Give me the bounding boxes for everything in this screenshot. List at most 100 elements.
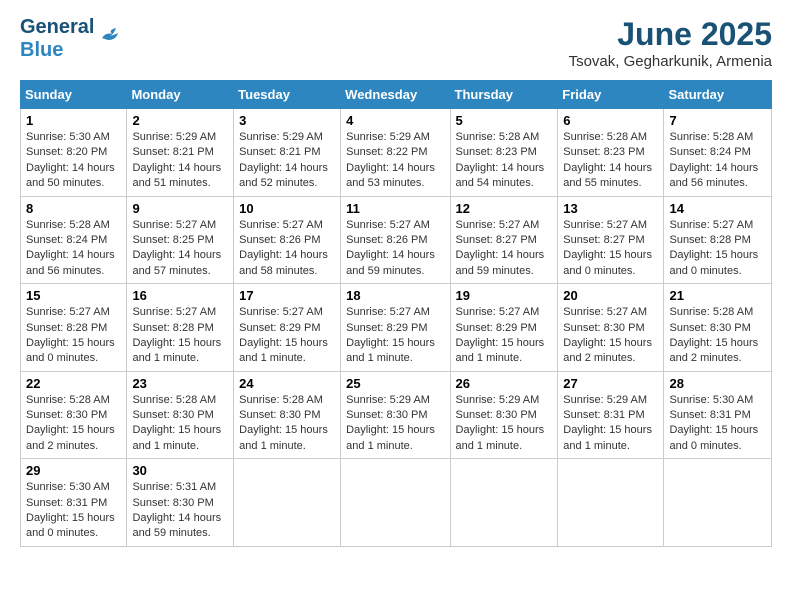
col-header-friday: Friday <box>558 81 664 109</box>
week-row-5: 29Sunrise: 5:30 AM Sunset: 8:31 PM Dayli… <box>21 459 772 547</box>
day-info: Sunrise: 5:29 AM Sunset: 8:21 PM Dayligh… <box>132 130 228 192</box>
day-number: 10 <box>239 201 335 216</box>
day-number: 8 <box>26 201 121 216</box>
day-number: 6 <box>563 113 658 128</box>
day-info: Sunrise: 5:30 AM Sunset: 8:31 PM Dayligh… <box>669 393 766 455</box>
logo-line2: Blue <box>20 39 94 62</box>
calendar-cell: 27 Sunrise: 5:29 AM Sunset: 8:31 PM Dayli… <box>558 371 664 459</box>
calendar-cell: 19 Sunrise: 5:27 AM Sunset: 8:29 PM Dayli… <box>450 284 558 372</box>
col-header-monday: Monday <box>127 81 234 109</box>
calendar-cell: 15Sunrise: 5:27 AM Sunset: 8:28 PM Dayli… <box>21 284 127 372</box>
day-info: Sunrise: 5:29 AM Sunset: 8:21 PM Dayligh… <box>239 130 335 192</box>
calendar-cell: 12 Sunrise: 5:27 AM Sunset: 8:27 PM Dayli… <box>450 196 558 284</box>
calendar-cell: 5 Sunrise: 5:28 AM Sunset: 8:23 PM Daylig… <box>450 109 558 197</box>
calendar-cell: 21 Sunrise: 5:28 AM Sunset: 8:30 PM Dayli… <box>664 284 772 372</box>
day-number: 14 <box>669 201 766 216</box>
calendar-cell: 14 Sunrise: 5:27 AM Sunset: 8:28 PM Dayli… <box>664 196 772 284</box>
day-number: 24 <box>239 376 335 391</box>
col-header-tuesday: Tuesday <box>234 81 341 109</box>
week-row-3: 15 Sunrise: 5:27 AM Sunset: 8:28 PM Dayli… <box>21 284 772 372</box>
day-number: 26 <box>456 376 553 391</box>
calendar-cell <box>558 459 664 547</box>
month-title: June 2025 <box>569 16 772 53</box>
col-header-thursday: Thursday <box>450 81 558 109</box>
day-number: 7 <box>669 113 766 128</box>
calendar-cell: 17 Sunrise: 5:27 AM Sunset: 8:29 PM Dayli… <box>234 284 341 372</box>
location-subtitle: Tsovak, Gegharkunik, Armenia <box>569 53 772 70</box>
logo-bird-icon <box>98 24 122 46</box>
day-number: 21 <box>669 288 766 303</box>
day-number: 1 <box>26 113 121 128</box>
day-number: 29 <box>26 463 121 478</box>
day-number: 19 <box>456 288 553 303</box>
calendar-cell <box>664 459 772 547</box>
week-row-4: 22Sunrise: 5:28 AM Sunset: 8:30 PM Dayli… <box>21 371 772 459</box>
day-info: Sunrise: 5:27 AM Sunset: 8:29 PM Dayligh… <box>456 305 553 367</box>
day-number: 25 <box>346 376 444 391</box>
day-number: 5 <box>456 113 553 128</box>
calendar-cell: 25 Sunrise: 5:29 AM Sunset: 8:30 PM Dayli… <box>341 371 450 459</box>
day-info: Sunrise: 5:30 AM Sunset: 8:20 PM Dayligh… <box>26 130 121 192</box>
day-info: Sunrise: 5:27 AM Sunset: 8:30 PM Dayligh… <box>563 305 658 367</box>
day-info: Sunrise: 5:28 AM Sunset: 8:30 PM Dayligh… <box>239 393 335 455</box>
day-number: 23 <box>132 376 228 391</box>
day-number: 20 <box>563 288 658 303</box>
day-number: 3 <box>239 113 335 128</box>
day-info: Sunrise: 5:28 AM Sunset: 8:24 PM Dayligh… <box>669 130 766 192</box>
calendar-cell: 2 Sunrise: 5:29 AM Sunset: 8:21 PM Daylig… <box>127 109 234 197</box>
calendar-cell: 6 Sunrise: 5:28 AM Sunset: 8:23 PM Daylig… <box>558 109 664 197</box>
calendar-cell: 13 Sunrise: 5:27 AM Sunset: 8:27 PM Dayli… <box>558 196 664 284</box>
day-info: Sunrise: 5:28 AM Sunset: 8:24 PM Dayligh… <box>26 218 121 280</box>
calendar-cell: 20 Sunrise: 5:27 AM Sunset: 8:30 PM Dayli… <box>558 284 664 372</box>
day-number: 2 <box>132 113 228 128</box>
calendar-cell: 11Sunrise: 5:27 AM Sunset: 8:26 PM Dayli… <box>341 196 450 284</box>
calendar-table: SundayMondayTuesdayWednesdayThursdayFrid… <box>20 80 772 547</box>
day-number: 12 <box>456 201 553 216</box>
col-header-sunday: Sunday <box>21 81 127 109</box>
day-info: Sunrise: 5:27 AM Sunset: 8:28 PM Dayligh… <box>132 305 228 367</box>
day-info: Sunrise: 5:28 AM Sunset: 8:23 PM Dayligh… <box>563 130 658 192</box>
day-info: Sunrise: 5:27 AM Sunset: 8:26 PM Dayligh… <box>346 218 444 280</box>
calendar-cell: 30Sunrise: 5:31 AM Sunset: 8:30 PM Dayli… <box>127 459 234 547</box>
day-number: 28 <box>669 376 766 391</box>
calendar-cell: 16Sunrise: 5:27 AM Sunset: 8:28 PM Dayli… <box>127 284 234 372</box>
col-header-wednesday: Wednesday <box>341 81 450 109</box>
calendar-cell: 29Sunrise: 5:30 AM Sunset: 8:31 PM Dayli… <box>21 459 127 547</box>
calendar-cell <box>341 459 450 547</box>
calendar-cell: 8 Sunrise: 5:28 AM Sunset: 8:24 PM Daylig… <box>21 196 127 284</box>
day-number: 17 <box>239 288 335 303</box>
logo: General Blue <box>20 16 122 62</box>
day-info: Sunrise: 5:27 AM Sunset: 8:27 PM Dayligh… <box>456 218 553 280</box>
calendar-cell: 4Sunrise: 5:29 AM Sunset: 8:22 PM Daylig… <box>341 109 450 197</box>
day-info: Sunrise: 5:28 AM Sunset: 8:23 PM Dayligh… <box>456 130 553 192</box>
day-info: Sunrise: 5:27 AM Sunset: 8:29 PM Dayligh… <box>239 305 335 367</box>
day-info: Sunrise: 5:27 AM Sunset: 8:25 PM Dayligh… <box>132 218 228 280</box>
day-info: Sunrise: 5:27 AM Sunset: 8:26 PM Dayligh… <box>239 218 335 280</box>
day-info: Sunrise: 5:29 AM Sunset: 8:31 PM Dayligh… <box>563 393 658 455</box>
calendar-cell: 28 Sunrise: 5:30 AM Sunset: 8:31 PM Dayli… <box>664 371 772 459</box>
day-number: 18 <box>346 288 444 303</box>
day-number: 13 <box>563 201 658 216</box>
calendar-cell: 18 Sunrise: 5:27 AM Sunset: 8:29 PM Dayli… <box>341 284 450 372</box>
calendar-cell: 10 Sunrise: 5:27 AM Sunset: 8:26 PM Dayli… <box>234 196 341 284</box>
page: General Blue June 2025 Tsovak, Gegharkun… <box>0 0 792 563</box>
calendar-cell: 3 Sunrise: 5:29 AM Sunset: 8:21 PM Daylig… <box>234 109 341 197</box>
day-info: Sunrise: 5:31 AM Sunset: 8:30 PM Dayligh… <box>132 480 228 542</box>
day-info: Sunrise: 5:27 AM Sunset: 8:28 PM Dayligh… <box>669 218 766 280</box>
week-row-2: 8 Sunrise: 5:28 AM Sunset: 8:24 PM Daylig… <box>21 196 772 284</box>
calendar-cell: 7 Sunrise: 5:28 AM Sunset: 8:24 PM Daylig… <box>664 109 772 197</box>
logo-line1: General <box>20 16 94 39</box>
day-info: Sunrise: 5:28 AM Sunset: 8:30 PM Dayligh… <box>132 393 228 455</box>
header: General Blue June 2025 Tsovak, Gegharkun… <box>20 16 772 70</box>
day-info: Sunrise: 5:27 AM Sunset: 8:29 PM Dayligh… <box>346 305 444 367</box>
week-row-1: 1 Sunrise: 5:30 AM Sunset: 8:20 PM Daylig… <box>21 109 772 197</box>
day-number: 27 <box>563 376 658 391</box>
day-info: Sunrise: 5:28 AM Sunset: 8:30 PM Dayligh… <box>669 305 766 367</box>
day-info: Sunrise: 5:27 AM Sunset: 8:27 PM Dayligh… <box>563 218 658 280</box>
day-info: Sunrise: 5:29 AM Sunset: 8:22 PM Dayligh… <box>346 130 444 192</box>
day-info: Sunrise: 5:29 AM Sunset: 8:30 PM Dayligh… <box>346 393 444 455</box>
calendar-header-row: SundayMondayTuesdayWednesdayThursdayFrid… <box>21 81 772 109</box>
calendar-cell: 23 Sunrise: 5:28 AM Sunset: 8:30 PM Dayli… <box>127 371 234 459</box>
day-info: Sunrise: 5:29 AM Sunset: 8:30 PM Dayligh… <box>456 393 553 455</box>
day-number: 15 <box>26 288 121 303</box>
